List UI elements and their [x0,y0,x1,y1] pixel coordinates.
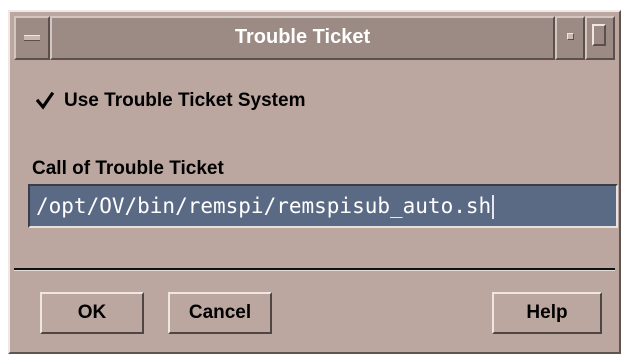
window-title: Trouble Ticket [50,16,555,60]
window-menu-icon [24,35,40,41]
text-caret [492,195,495,219]
maximize-button[interactable] [585,16,615,60]
use-trouble-ticket-option[interactable]: Use Trouble Ticket System [36,90,305,112]
help-button[interactable]: Help [492,292,602,334]
ok-button[interactable]: OK [40,292,144,334]
checkmark-icon [36,92,54,110]
use-trouble-ticket-checkbox[interactable] [36,92,54,110]
call-command-value: /opt/OV/bin/remspi/remspisub_auto.sh [36,194,492,218]
cancel-button[interactable]: Cancel [168,292,272,334]
maximize-icon [592,24,606,46]
call-field-label: Call of Trouble Ticket [32,158,224,179]
dialog-content: Use Trouble Ticket System Call of Troubl… [14,60,618,267]
minimize-icon [567,33,574,40]
call-command-input[interactable]: /opt/OV/bin/remspi/remspisub_auto.sh [28,184,618,228]
separator [14,268,615,271]
button-bar: OK Cancel Help [14,274,615,346]
use-trouble-ticket-label: Use Trouble Ticket System [64,90,306,111]
trouble-ticket-window: Trouble Ticket Use Trouble Ticket System… [8,10,621,354]
minimize-button[interactable] [555,16,585,60]
title-bar: Trouble Ticket [14,16,615,60]
window-menu-button[interactable] [14,16,50,60]
